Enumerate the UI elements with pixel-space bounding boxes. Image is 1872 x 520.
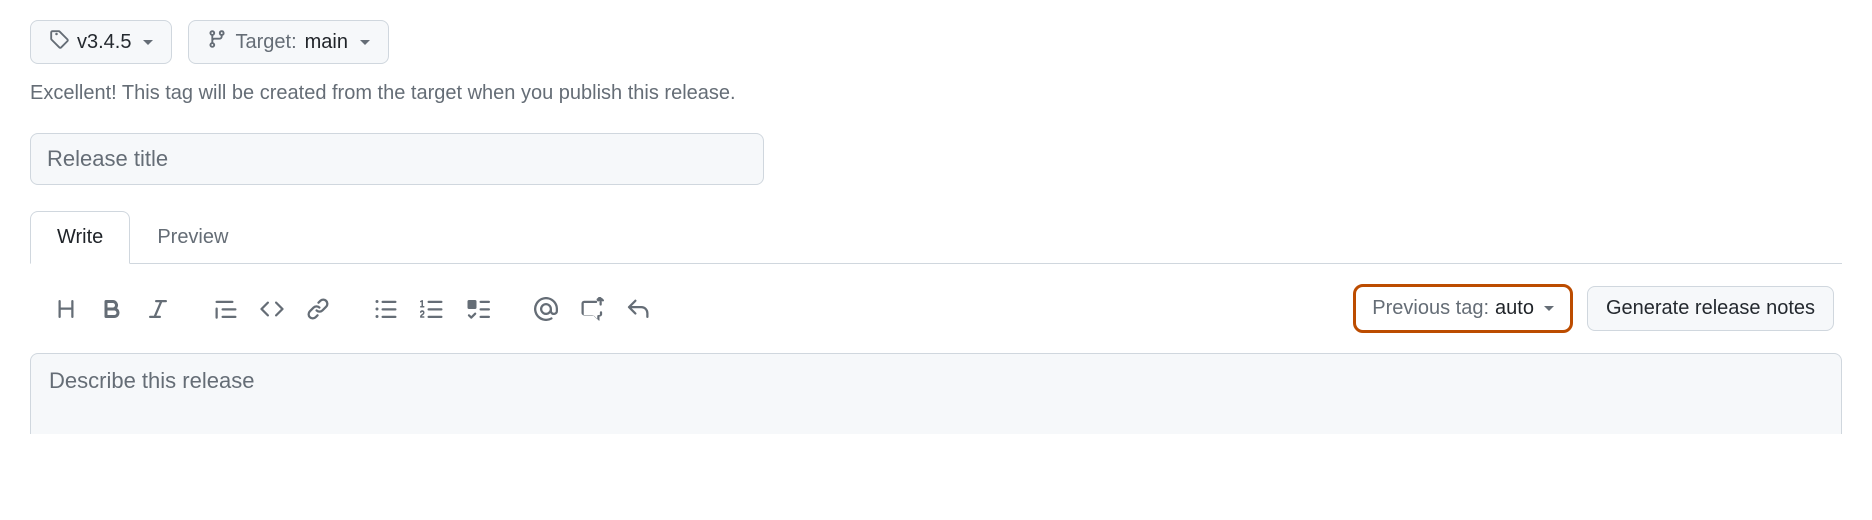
- git-branch-icon: [207, 29, 227, 55]
- unordered-list-icon[interactable]: [372, 295, 400, 323]
- task-list-icon[interactable]: [464, 295, 492, 323]
- target-label: Target:: [235, 31, 296, 54]
- tab-preview[interactable]: Preview: [130, 211, 255, 263]
- quote-icon[interactable]: [212, 295, 240, 323]
- tag-selector-button[interactable]: v3.4.5: [30, 20, 172, 64]
- previous-tag-label: Previous tag:: [1372, 297, 1489, 320]
- bold-icon[interactable]: [98, 295, 126, 323]
- tag-icon: [49, 29, 69, 55]
- chevron-down-icon: [1544, 306, 1554, 311]
- release-title-input[interactable]: [30, 133, 764, 185]
- reply-icon[interactable]: [624, 295, 652, 323]
- previous-tag-button[interactable]: Previous tag: auto: [1353, 284, 1573, 333]
- target-selector-button[interactable]: Target: main: [188, 20, 389, 64]
- tag-selector-label: v3.4.5: [77, 31, 131, 54]
- previous-tag-value: auto: [1495, 297, 1534, 320]
- release-description-textarea[interactable]: [30, 353, 1842, 434]
- chevron-down-icon: [143, 40, 153, 45]
- code-icon[interactable]: [258, 295, 286, 323]
- heading-icon[interactable]: [52, 295, 80, 323]
- ordered-list-icon[interactable]: [418, 295, 446, 323]
- tab-write[interactable]: Write: [30, 211, 130, 264]
- cross-reference-icon[interactable]: [578, 295, 606, 323]
- link-icon[interactable]: [304, 295, 332, 323]
- chevron-down-icon: [360, 40, 370, 45]
- mention-icon[interactable]: [532, 295, 560, 323]
- tag-helper-text: Excellent! This tag will be created from…: [30, 82, 1842, 105]
- italic-icon[interactable]: [144, 295, 172, 323]
- editor-tabs: Write Preview: [30, 211, 1842, 264]
- markdown-toolbar: [52, 295, 692, 323]
- target-value: main: [305, 31, 348, 54]
- generate-release-notes-button[interactable]: Generate release notes: [1587, 286, 1834, 331]
